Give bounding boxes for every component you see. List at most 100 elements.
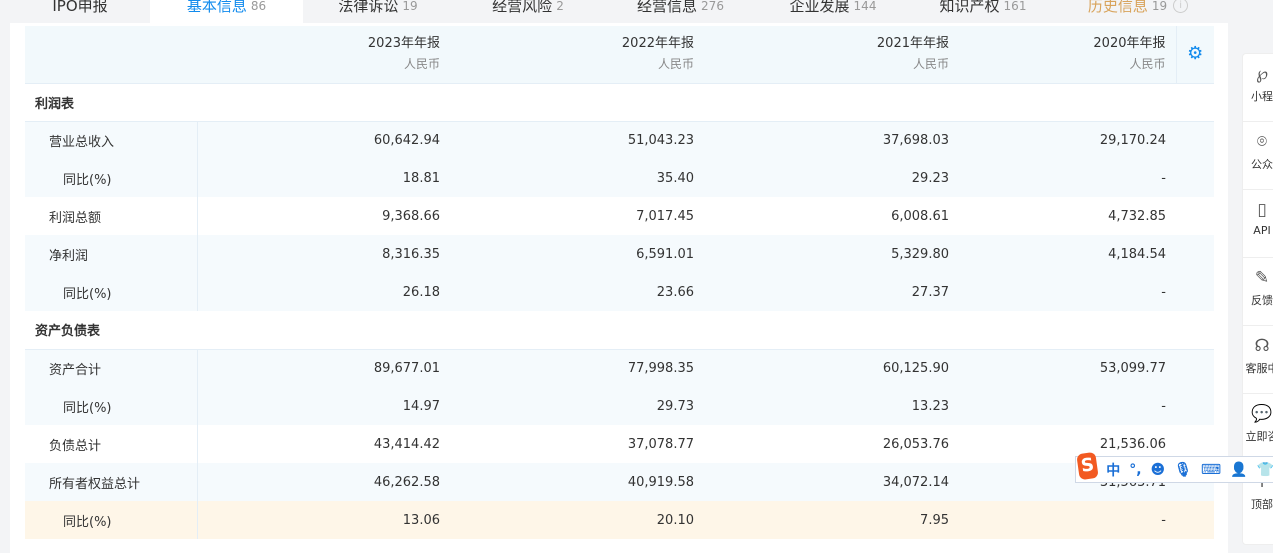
cell-value: 23.66 (450, 273, 704, 311)
currency: 人民币 (959, 54, 1166, 74)
user-icon[interactable]: 👤 (1230, 462, 1247, 478)
row-label: 同比(%) (25, 273, 197, 311)
phone-icon: ▯ (1243, 200, 1273, 220)
row-label: 负债总计 (25, 425, 197, 463)
headset-icon: ☊ (1243, 336, 1273, 356)
row-label: 利润总额 (25, 197, 197, 235)
row-label: 同比(%) (25, 387, 197, 425)
sidebar-miniprogram[interactable]: ℘ 小程 (1243, 54, 1273, 122)
cell-value: 37,698.03 (704, 121, 959, 159)
sidebar-label: 小程 (1251, 90, 1273, 103)
column-header: 2020年年报人民币 (959, 26, 1176, 83)
sogou-logo-icon[interactable]: S (1076, 451, 1099, 479)
tab-count: 276 (701, 0, 724, 13)
tab-count: 144 (854, 0, 877, 13)
tab-legal[interactable]: 法律诉讼 19 (303, 0, 453, 23)
cell-value: 27.37 (704, 273, 959, 311)
cell-value: 14.97 (197, 387, 450, 425)
row-label: 资产合计 (25, 349, 197, 387)
cell-value: 51,043.23 (450, 121, 704, 159)
sidebar-feedback[interactable]: ✎反馈 (1243, 258, 1273, 326)
info-icon[interactable]: i (1173, 0, 1188, 13)
cell-value: 9,368.66 (197, 197, 450, 235)
tab-count: 2 (556, 0, 564, 13)
miniprogram-icon: ℘ (1243, 64, 1273, 84)
row-label: 所有者权益总计 (25, 463, 197, 501)
ime-toolbar: S 中 °, ☻ 🎙 ⌨ 👤 👕 (1075, 456, 1273, 483)
tab-count: 19 (402, 0, 417, 13)
cell-value: 53,099.77 (959, 349, 1176, 387)
punctuation-icon[interactable]: °, (1129, 462, 1141, 478)
currency: 人民币 (450, 54, 694, 74)
keyboard-icon[interactable]: ⌨ (1201, 462, 1221, 478)
cell-value: 34,072.14 (704, 463, 959, 501)
cell-value: 77,998.35 (450, 349, 704, 387)
cell-value: 60,642.94 (197, 121, 450, 159)
cell-value: - (959, 387, 1176, 425)
cell-value: 4,732.85 (959, 197, 1176, 235)
year: 2023年年报 (197, 34, 440, 54)
tab-development[interactable]: 企业发展 144 (758, 0, 908, 23)
cell-value: 8,316.35 (197, 235, 450, 273)
cell-value: - (959, 501, 1176, 539)
tab-label: 法律诉讼 (338, 0, 398, 16)
column-header: 2021年年报人民币 (704, 26, 959, 83)
tab-label: 企业发展 (790, 0, 850, 16)
year: 2020年年报 (959, 34, 1166, 54)
edit-icon: ✎ (1243, 268, 1273, 288)
tab-ipo[interactable]: IPO申报 (10, 0, 150, 23)
tab-history[interactable]: 历史信息19i (1058, 0, 1218, 23)
sidebar-consult[interactable]: 💬立即咨 (1243, 394, 1273, 462)
ime-mode[interactable]: 中 (1106, 460, 1120, 480)
table-row: 利润总额9,368.667,017.456,008.614,732.85 (25, 197, 1214, 235)
column-header: 2023年年报人民币 (197, 26, 450, 83)
cell-value: 60,125.90 (704, 349, 959, 387)
row-label: 净利润 (25, 235, 197, 273)
tab-ip[interactable]: 知识产权161 (908, 0, 1058, 23)
table-row: 所有者权益总计46,262.5840,919.5834,072.1431,563… (25, 463, 1214, 501)
cell-value: 13.23 (704, 387, 959, 425)
microphone-icon[interactable]: 🎙 (1174, 462, 1192, 478)
cell-value: 35.40 (450, 159, 704, 197)
cell-value: 29,170.24 (959, 121, 1176, 159)
year: 2021年年报 (704, 34, 949, 54)
cell-empty (1176, 159, 1214, 197)
cell-value: 43,414.42 (197, 425, 450, 463)
cell-empty (1176, 501, 1214, 539)
skin-icon[interactable]: 👕 (1257, 462, 1273, 478)
table-row: 净利润8,316.356,591.015,329.804,184.54 (25, 235, 1214, 273)
tab-risk[interactable]: 经营风险2 (453, 0, 603, 23)
row-label: 同比(%) (25, 501, 197, 539)
sidebar-official-account[interactable]: ⌾公众 (1243, 122, 1273, 190)
financial-table: 2023年年报人民币 2022年年报人民币 2021年年报人民币 2020年年报… (25, 26, 1214, 539)
sidebar-label: 客服中 (1246, 362, 1273, 375)
sidebar-label: API (1253, 224, 1270, 237)
tab-label: 经营信息 (637, 0, 697, 16)
cell-empty (1176, 387, 1214, 425)
cell-value: 26.18 (197, 273, 450, 311)
sidebar-api[interactable]: ▯ API (1243, 190, 1273, 258)
cell-value: 29.73 (450, 387, 704, 425)
cell-value: - (959, 159, 1176, 197)
table-row: 同比(%)18.8135.4029.23- (25, 159, 1214, 197)
cell-value: 46,262.58 (197, 463, 450, 501)
table-row: 资产合计89,677.0177,998.3560,125.9053,099.77 (25, 349, 1214, 387)
header-empty (25, 26, 197, 83)
currency: 人民币 (197, 54, 440, 74)
sidebar-label: 顶部 (1251, 498, 1273, 511)
cell-value: 37,078.77 (450, 425, 704, 463)
column-header: 2022年年报人民币 (450, 26, 704, 83)
cell-value: 6,008.61 (704, 197, 959, 235)
sidebar-service[interactable]: ☊ 客服中 (1243, 326, 1273, 394)
cell-value: 13.06 (197, 501, 450, 539)
tab-basic-info[interactable]: 基本信息86 (150, 0, 303, 23)
sidebar-label: 公众 (1251, 158, 1273, 171)
tab-operation[interactable]: 经营信息 276 (603, 0, 758, 23)
cell-value: 18.81 (197, 159, 450, 197)
currency: 人民币 (704, 54, 949, 74)
emoji-icon[interactable]: ☻ (1151, 462, 1166, 478)
cell-value: 4,184.54 (959, 235, 1176, 273)
settings-gear-icon[interactable]: ⚙ (1176, 26, 1214, 83)
cell-empty (1176, 273, 1214, 311)
financial-panel: 2023年年报人民币 2022年年报人民币 2021年年报人民币 2020年年报… (10, 23, 1228, 553)
